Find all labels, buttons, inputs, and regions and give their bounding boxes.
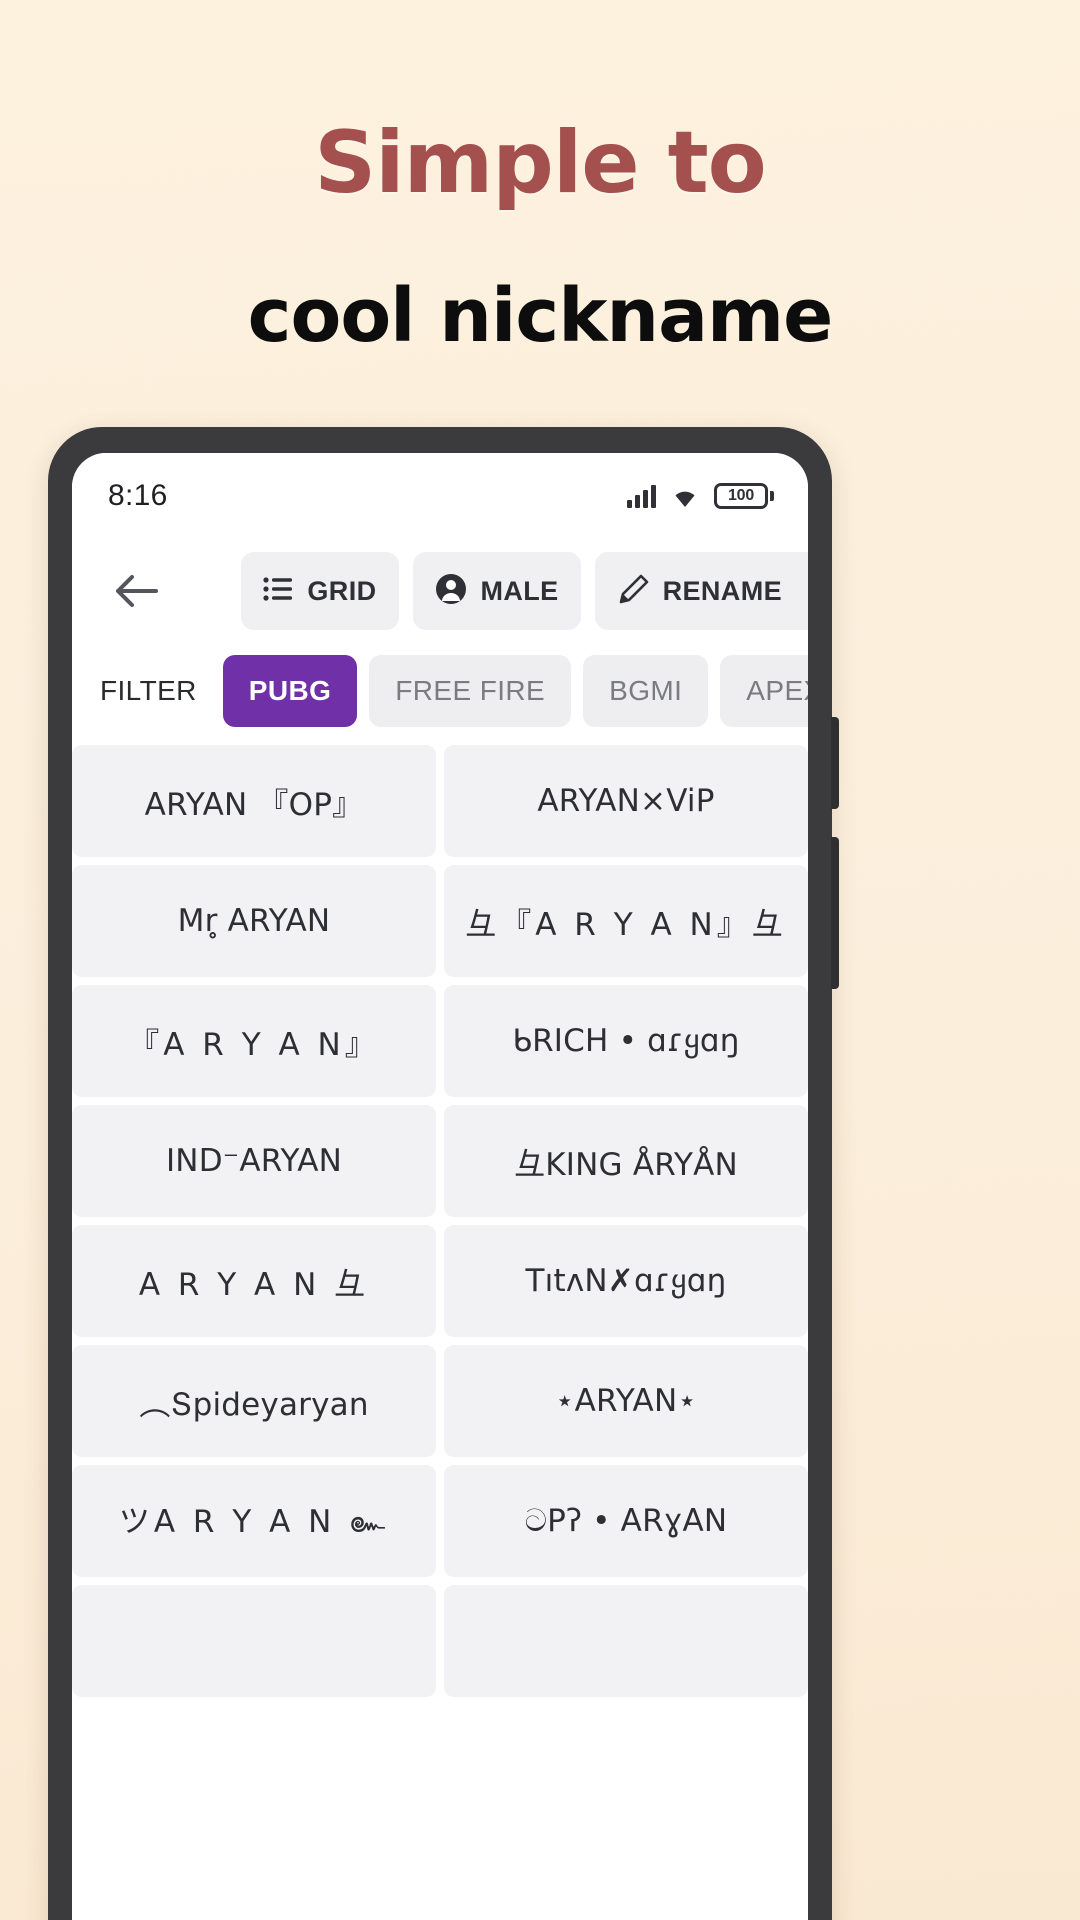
nickname-text: ARYAN 『OP』 — [144, 786, 364, 823]
nickname-text: 『A R Y A N』 — [128, 1026, 380, 1063]
battery-level: 100 — [727, 487, 755, 504]
filter-chip-apex-legend[interactable]: APEX LEGEND — [720, 655, 808, 727]
battery-icon: 100 — [714, 483, 774, 509]
filter-bar: FILTER PUBG FREE FIRE BGMI APEX LEGEND — [72, 643, 808, 739]
nickname-card[interactable]: ⋆ARYAN⋆ — [444, 1345, 808, 1457]
phone-power-button — [831, 837, 839, 989]
grid-button[interactable]: GRID — [241, 552, 399, 630]
filter-chip-bgmi[interactable]: BGMI — [583, 655, 709, 727]
nickname-text: 彑KING ÅRYÅN — [514, 1146, 738, 1183]
nickname-text: IND⁻ARYAN — [165, 1143, 343, 1179]
nickname-text: ARYAN×ViP — [537, 783, 715, 819]
nickname-card[interactable]: Mr̥ ARYAN — [72, 865, 436, 977]
nickname-text: ツA R Y A N ๛ — [118, 1504, 390, 1540]
back-arrow-icon[interactable] — [108, 562, 166, 620]
rename-button[interactable]: RENAME — [594, 552, 808, 630]
nickname-card[interactable]: ツA R Y A N ๛ — [72, 1465, 436, 1577]
nickname-card[interactable]: A R Y A N 彑 — [72, 1225, 436, 1337]
phone-mockup: 8:16 100 GRID MALE RENAME FILTER PUBG FR… — [48, 427, 839, 1920]
male-button[interactable]: MALE — [412, 552, 581, 630]
status-bar: 8:16 100 — [72, 453, 808, 539]
nickname-card[interactable]: ARYAN×ViP — [444, 745, 808, 857]
nickname-text: TıtʌN✗ɑɾყɑŋ — [525, 1263, 727, 1299]
list-icon — [263, 576, 293, 607]
nickname-card[interactable] — [444, 1585, 808, 1697]
phone-screen: 8:16 100 GRID MALE RENAME FILTER PUBG FR… — [72, 453, 808, 1920]
nickname-text: ට𝖯ʔ • ARɣAN — [524, 1502, 728, 1539]
filter-chip-free-fire[interactable]: FREE FIRE — [369, 655, 572, 727]
pencil-icon — [617, 574, 649, 609]
filter-label: FILTER — [100, 675, 197, 706]
filter-chip-pubg[interactable]: PUBG — [222, 655, 358, 727]
nickname-card[interactable]: ට𝖯ʔ • ARɣAN — [444, 1465, 808, 1577]
nickname-card[interactable]: ᑲRICH • ɑɾყɑŋ — [444, 985, 808, 1097]
phone-volume-button — [831, 717, 839, 809]
nickname-card[interactable]: ︵Տpideyaryan — [72, 1345, 436, 1457]
nickname-card[interactable] — [72, 1585, 436, 1697]
nickname-text: 彑『A R Y A N』彑 — [465, 906, 787, 943]
nickname-card[interactable]: IND⁻ARYAN — [72, 1105, 436, 1217]
promo-header: Simple to cool nickname — [0, 0, 1080, 356]
signal-icon — [627, 484, 656, 508]
nickname-grid: ARYAN 『OP』 ARYAN×ViP Mr̥ ARYAN 彑『A R Y A… — [72, 739, 808, 1697]
nickname-card[interactable]: ARYAN 『OP』 — [72, 745, 436, 857]
wifi-icon — [670, 485, 700, 508]
promo-headline-line1: Simple to — [314, 113, 767, 213]
status-time: 8:16 — [108, 479, 168, 512]
app-toolbar: GRID MALE RENAME — [72, 539, 808, 643]
promo-headline-line2: cool nickname — [247, 273, 834, 360]
nickname-text: Mr̥ ARYAN — [177, 903, 331, 939]
nickname-card[interactable]: 『A R Y A N』 — [72, 985, 436, 1097]
nickname-card[interactable]: TıtʌN✗ɑɾყɑŋ — [444, 1225, 808, 1337]
nickname-card[interactable]: 彑KING ÅRYÅN — [444, 1105, 808, 1217]
nickname-text: A R Y A N 彑 — [138, 1266, 370, 1303]
nickname-text: ︵Տpideyaryan — [139, 1386, 369, 1423]
status-icons: 100 — [627, 483, 774, 509]
male-button-label: MALE — [480, 575, 559, 606]
grid-button-label: GRID — [307, 575, 377, 606]
nickname-card[interactable]: 彑『A R Y A N』彑 — [444, 865, 808, 977]
person-icon — [435, 573, 467, 610]
nickname-text: ᑲRICH • ɑɾყɑŋ — [512, 1023, 740, 1059]
nickname-text: ⋆ARYAN⋆ — [555, 1383, 697, 1419]
rename-button-label: RENAME — [662, 575, 782, 606]
